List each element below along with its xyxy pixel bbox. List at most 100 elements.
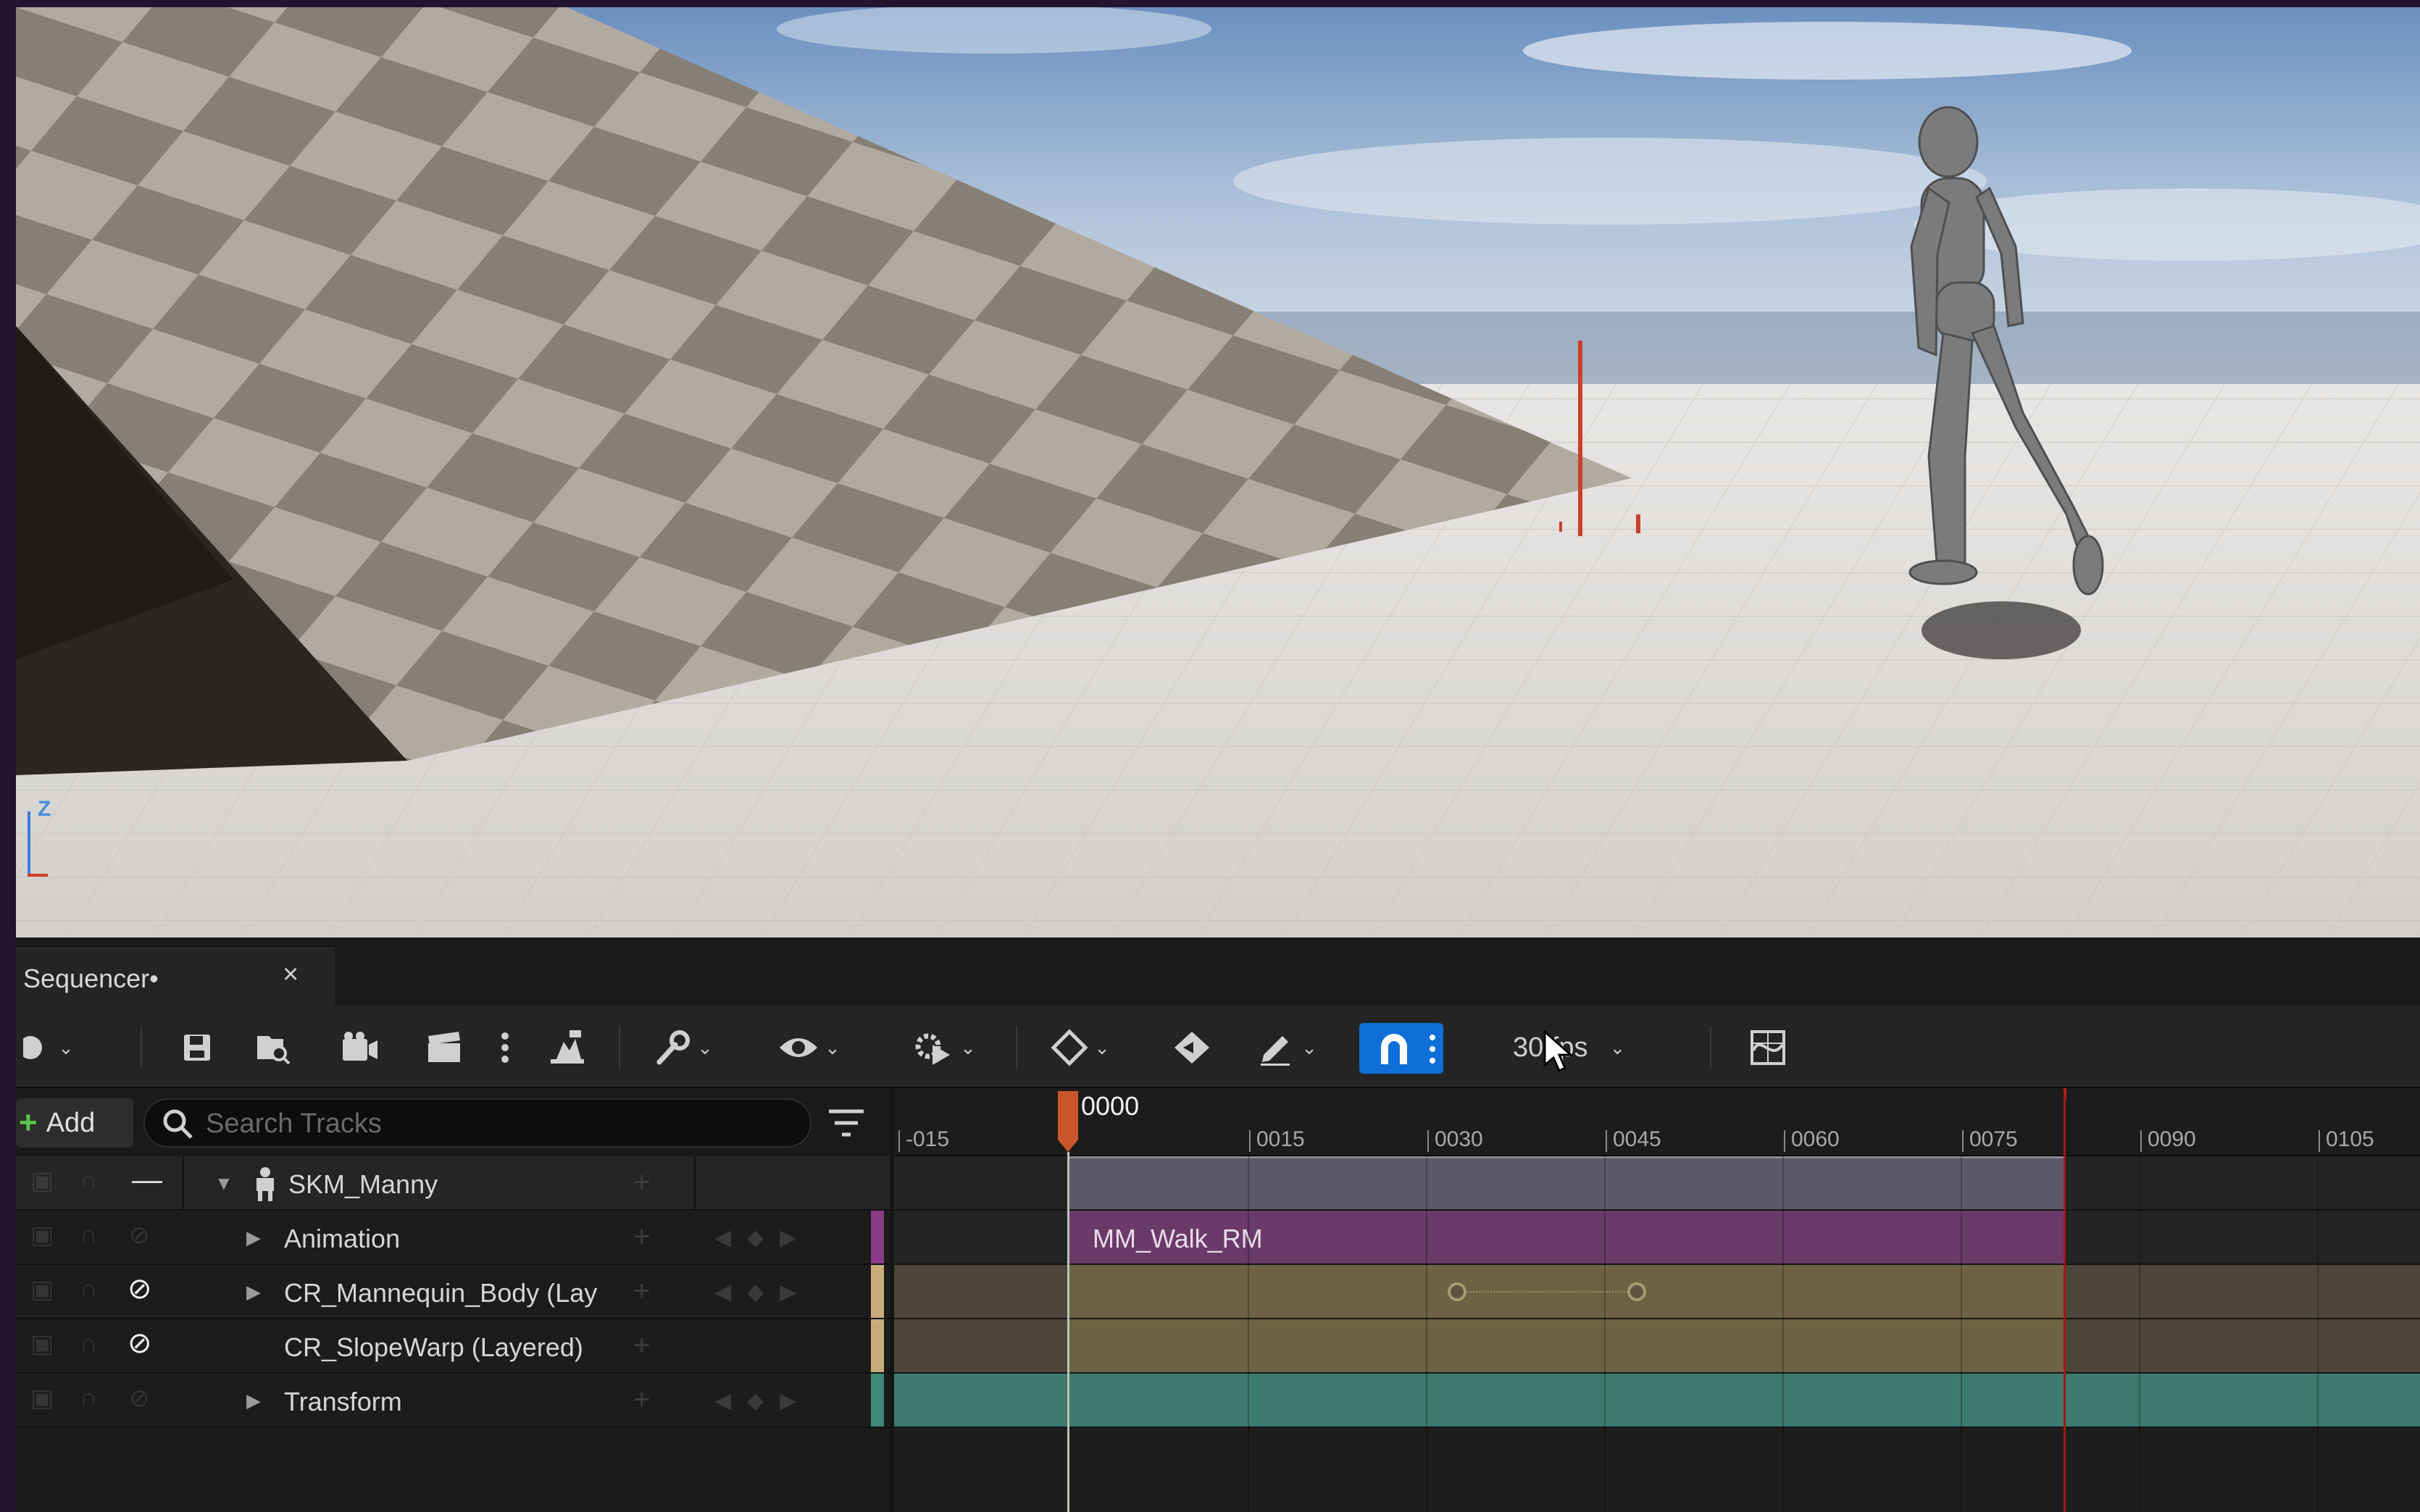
cinematic-button[interactable] bbox=[542, 1026, 593, 1069]
add-subtrack-icon[interactable]: + bbox=[633, 1329, 650, 1362]
auto-key-button[interactable] bbox=[1167, 1026, 1217, 1069]
disable-icon[interactable]: ⊘ bbox=[128, 1327, 152, 1360]
view-options-button[interactable]: ⌄ bbox=[769, 1026, 849, 1069]
expand-arrow-icon[interactable]: ▶ bbox=[246, 1390, 261, 1412]
snap-toggle[interactable] bbox=[1359, 1023, 1443, 1074]
track-color-swatch bbox=[871, 1319, 884, 1372]
eye-icon bbox=[780, 1038, 818, 1057]
disable-icon[interactable]: ⊘ bbox=[129, 1384, 150, 1413]
ruler-tick: 0015 bbox=[1249, 1127, 1305, 1152]
track-row-cr-slopewarp[interactable]: ▣ ∩ ⊘ CR_SlopeWarp (Layered) + bbox=[16, 1319, 890, 1374]
lane-transform[interactable] bbox=[894, 1374, 2420, 1428]
add-subtrack-icon[interactable]: + bbox=[633, 1221, 650, 1253]
track-controls: ▣ ∩ ⊘ bbox=[16, 1211, 183, 1264]
close-icon[interactable]: × bbox=[283, 959, 299, 990]
chevron-down-icon: ⌄ bbox=[960, 1036, 976, 1058]
tab-sequencer[interactable]: Sequencer• × bbox=[16, 948, 335, 1006]
add-subtrack-icon[interactable]: + bbox=[633, 1166, 650, 1199]
search-input[interactable] bbox=[206, 1106, 785, 1142]
lock-icon[interactable]: ▣ bbox=[30, 1384, 54, 1413]
disable-icon[interactable]: ⊘ bbox=[129, 1221, 150, 1250]
tools-menu-button[interactable]: ⌄ bbox=[643, 1026, 723, 1069]
keyframe[interactable] bbox=[1627, 1282, 1646, 1301]
lane-skm-manny[interactable] bbox=[894, 1156, 2420, 1211]
track-controls: ▣ ∩ ⊘ bbox=[16, 1319, 183, 1372]
object-binding-bar[interactable] bbox=[1068, 1156, 2065, 1209]
track-row-animation[interactable]: ▣ ∩ ⊘ ▶ Animation + ◀◆▶ bbox=[16, 1211, 890, 1265]
lock-icon[interactable]: ▣ bbox=[30, 1329, 54, 1358]
more-options-icon[interactable] bbox=[494, 1026, 516, 1069]
headphones-icon[interactable]: ∩ bbox=[80, 1221, 97, 1249]
animation-section[interactable]: MM_Walk_RM bbox=[1068, 1211, 2065, 1264]
playhead-handle[interactable] bbox=[1058, 1091, 1078, 1152]
app-window: Z Sequencer• × ⌄ ⌄ ⌄ ⌄ ⌄ ⌄ 30 fps ⌄ + Ad… bbox=[0, 0, 2420, 1512]
track-row-skm-manny[interactable]: ▣ ∩ — ▼ SKM_Manny + bbox=[16, 1156, 890, 1211]
add-subtrack-icon[interactable]: + bbox=[633, 1275, 650, 1308]
track-outliner: + Add ▣ ∩ — ▼ SKM_Manny + bbox=[16, 1088, 890, 1512]
edit-mode-button[interactable]: ⌄ bbox=[1248, 1026, 1327, 1069]
pencil-icon bbox=[1261, 1036, 1290, 1066]
axis-z-line bbox=[28, 811, 30, 877]
lane-animation[interactable]: MM_Walk_RM bbox=[894, 1211, 2420, 1265]
find-asset-button[interactable] bbox=[248, 1026, 299, 1069]
cinematic-icon bbox=[551, 1030, 584, 1064]
toolbar-separator bbox=[1016, 1026, 1017, 1069]
key-navigation-icon[interactable]: ◀◆▶ bbox=[714, 1279, 812, 1305]
track-label: CR_SlopeWarp (Layered) bbox=[284, 1332, 583, 1362]
lock-icon[interactable]: ▣ bbox=[30, 1166, 54, 1195]
ruler-tick: 0030 bbox=[1427, 1127, 1483, 1152]
keyframe[interactable] bbox=[1448, 1282, 1466, 1301]
track-color-swatch bbox=[871, 1374, 884, 1427]
circle-icon bbox=[23, 1036, 43, 1059]
search-row: + Add bbox=[16, 1088, 890, 1156]
search-tracks-field[interactable] bbox=[143, 1098, 811, 1148]
expand-arrow-icon[interactable]: ▶ bbox=[246, 1281, 261, 1303]
key-interpolation-button[interactable]: ⌄ bbox=[1040, 1026, 1120, 1069]
clapper-button[interactable] bbox=[419, 1026, 470, 1069]
add-track-button[interactable]: + Add bbox=[16, 1098, 133, 1148]
add-subtrack-icon[interactable]: + bbox=[633, 1384, 650, 1416]
track-row-transform[interactable]: ▣ ∩ ⊘ ▶ Transform + ◀◆▶ bbox=[16, 1374, 890, 1428]
playback-options-button[interactable]: ⌄ bbox=[900, 1026, 987, 1069]
ruler-tick: -015 bbox=[898, 1127, 950, 1152]
filter-icon[interactable] bbox=[826, 1106, 867, 1142]
render-movie-button[interactable] bbox=[335, 1026, 385, 1069]
expand-arrow-icon[interactable]: ▼ bbox=[214, 1172, 233, 1195]
timeline-area[interactable]: -015 0015 0030 0045 0060 0075 0090 0105 … bbox=[894, 1088, 2420, 1512]
world-menu-button[interactable]: ⌄ bbox=[16, 1026, 81, 1069]
playhead-frame: 0000 bbox=[1081, 1091, 1140, 1121]
plus-icon: + bbox=[19, 1105, 38, 1140]
lock-icon[interactable]: ▣ bbox=[30, 1221, 54, 1250]
key-diamond-icon bbox=[1174, 1032, 1209, 1064]
track-label: Animation bbox=[284, 1224, 401, 1253]
expand-arrow-icon[interactable]: ▶ bbox=[246, 1227, 261, 1249]
headphones-icon[interactable]: ∩ bbox=[80, 1329, 97, 1358]
headphones-icon[interactable]: ∩ bbox=[80, 1275, 97, 1303]
search-icon bbox=[163, 1109, 193, 1139]
headphones-icon[interactable]: ∩ bbox=[80, 1166, 97, 1195]
level-viewport[interactable]: Z bbox=[16, 7, 2420, 937]
key-navigation-icon[interactable]: ◀◆▶ bbox=[714, 1225, 812, 1250]
lock-icon[interactable]: ▣ bbox=[30, 1275, 54, 1304]
transform-section[interactable] bbox=[894, 1374, 2420, 1427]
collapse-icon[interactable]: — bbox=[132, 1162, 162, 1197]
key-navigation-icon[interactable]: ◀◆▶ bbox=[714, 1388, 812, 1413]
ruler-tick: 0075 bbox=[1962, 1127, 2018, 1152]
snap-options-icon[interactable] bbox=[1429, 1033, 1436, 1065]
time-ruler[interactable]: -015 0015 0030 0045 0060 0075 0090 0105 … bbox=[894, 1088, 2420, 1156]
curve-editor-button[interactable] bbox=[1746, 1026, 1790, 1069]
track-row-cr-mannequin-body[interactable]: ▣ ∩ ⊘ ▶ CR_Mannequin_Body (Lay + ◀◆▶ bbox=[16, 1265, 890, 1319]
headphones-icon[interactable]: ∩ bbox=[80, 1384, 97, 1412]
disable-icon[interactable]: ⊘ bbox=[128, 1272, 152, 1306]
camera-icon bbox=[343, 1032, 377, 1061]
lane-cr-slopewarp[interactable] bbox=[894, 1319, 2420, 1374]
playhead-line bbox=[1067, 1152, 1069, 1512]
track-label: SKM_Manny bbox=[288, 1169, 438, 1199]
track-outliner-empty bbox=[16, 1428, 890, 1512]
track-label: CR_Mannequin_Body (Lay bbox=[284, 1278, 598, 1308]
ruler-tick: 0090 bbox=[2140, 1127, 2196, 1152]
playback-end-marker[interactable] bbox=[2064, 1088, 2066, 1512]
control-rig-section[interactable] bbox=[1068, 1319, 2065, 1372]
save-button[interactable] bbox=[175, 1026, 219, 1069]
lane-cr-mannequin-body[interactable] bbox=[894, 1265, 2420, 1319]
